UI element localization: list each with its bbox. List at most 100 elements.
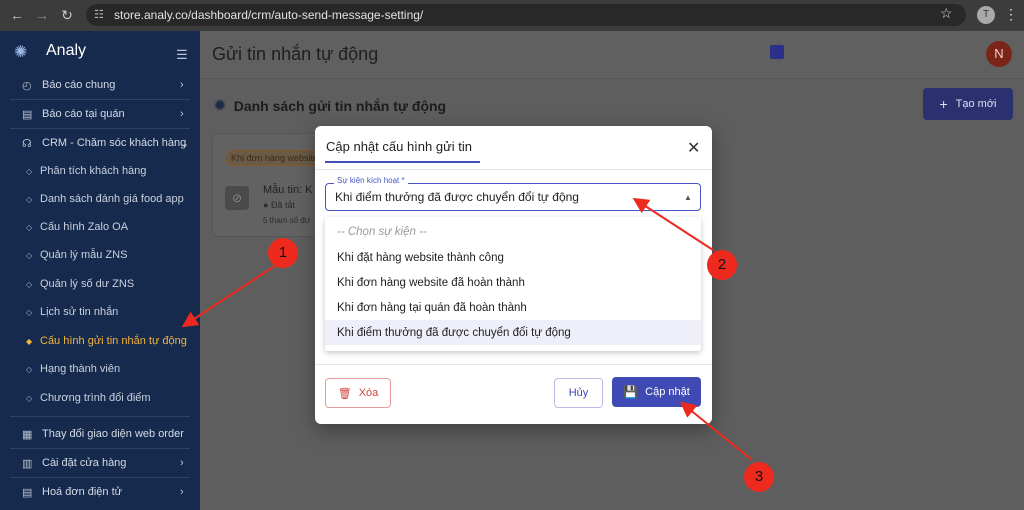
sidebar-subitem-auto-message-setting[interactable]: ◆ Cấu hình gửi tin nhắn tự động [0,327,200,355]
tab-underline [325,161,480,163]
trash-icon: 🗑 [337,387,352,400]
sidebar: ✺ Analy ☰ ◴ Báo cáo chung › ▤ Báo cáo tạ… [0,31,200,510]
analy-logo-icon: ✺ [14,44,28,61]
sidebar-item-web-order-theme[interactable]: ▦ Thay đổi giao diện web order [0,420,200,448]
sidebar-item-label: Hoá đơn điện tử [42,486,123,498]
diamond-icon: ◇ [26,166,33,176]
page-title: Gửi tin nhắn tự động [212,44,379,64]
dropdown-option[interactable]: Khi đơn hàng tại quán đã hoàn thành [325,295,701,320]
diamond-icon: ◇ [26,307,33,317]
update-label: Cập nhật [645,386,690,398]
page-header: Gửi tin nhắn tự động N [200,31,1024,79]
brand[interactable]: ✺ Analy ☰ [0,31,200,71]
card-status: ● Đã tắt [263,200,295,210]
step-1-badge: 1 [268,238,298,268]
diamond-icon: ◇ [26,194,33,204]
sidebar-subitem-food-app-reviews[interactable]: ◇ Danh sách đánh giá food app [0,185,200,213]
sidebar-item-general-report[interactable]: ◴ Báo cáo chung › [0,71,200,99]
modal-footer: 🗑 Xóa Hủy 💾 Cập nhật [315,364,712,424]
browser-toolbar: ← → ↻ ☷ store.analy.co/dashboard/crm/aut… [0,0,1024,31]
collapse-menu-icon[interactable]: ☰ [176,47,188,63]
diamond-icon: ◇ [26,279,33,289]
dropdown-option-selected[interactable]: Khi điểm thưởng đã được chuyển đổi tự độ… [325,320,701,345]
create-new-label: Tạo mới [955,98,997,110]
dropdown-option[interactable]: Khi đặt hàng website thành công [325,245,701,270]
browser-profile-avatar[interactable]: T [977,6,995,24]
trigger-event-value: Khi điểm thưởng đã được chuyển đổi tự độ… [335,190,579,204]
profile-card-icon[interactable] [770,45,784,59]
sidebar-subitem-member-tiers[interactable]: ◇ Hạng thành viên [0,355,200,383]
sidebar-item-e-invoice[interactable]: ▤ Hoá đơn điện tử › [0,478,200,506]
sidebar-subitem-points-exchange[interactable]: ◇ Chương trình đổi điểm [0,384,200,412]
trigger-event-dropdown: -- Chọn sự kiện -- Khi đặt hàng website … [325,217,701,351]
gear-icon: ✹ [214,97,226,113]
delete-button[interactable]: 🗑 Xóa [325,378,391,408]
dropdown-option[interactable]: Khi đơn hàng website đã hoàn thành [325,270,701,295]
user-avatar[interactable]: N [986,41,1012,67]
diamond-filled-icon: ◆ [26,336,33,346]
update-config-modal: Cập nhật cấu hình gửi tin ✕ Sự kiện kích… [315,126,712,424]
site-info-icon[interactable]: ☷ [94,8,108,22]
sidebar-subitem-label: Chương trình đổi điểm [40,392,151,404]
sidebar-subitem-label: Cấu hình gửi tin nhắn tự động [40,335,187,347]
card-note: 5 tham số đư [263,216,311,225]
cancel-button[interactable]: Hủy [554,378,603,408]
update-button[interactable]: 💾 Cập nhật [612,377,701,407]
sidebar-subitem-message-history[interactable]: ◇ Lịch sử tin nhắn [0,298,200,326]
section-title: ✹ Danh sách gửi tin nhắn tự động [214,97,446,114]
sidebar-subitem-label: Danh sách đánh giá food app [40,193,184,205]
sidebar-item-store-settings[interactable]: ▥ Cài đặt cửa hàng › [0,449,200,477]
trigger-event-label: Sự kiện kích hoạt * [334,176,408,185]
address-bar[interactable]: ☷ store.analy.co/dashboard/crm/auto-send… [86,4,966,26]
chevron-right-icon: › [180,79,184,91]
plus-icon: + [939,96,948,112]
headset-icon: ☊ [22,137,32,150]
store-icon: ▥ [22,457,33,470]
invoice-icon: ▤ [22,486,33,499]
diamond-icon: ◇ [26,250,33,260]
modal-header: Cập nhật cấu hình gửi tin ✕ [315,126,712,170]
message-config-card[interactable]: Khi đơn hàng website ⊘ Mẫu tin: K ● Đã t… [212,133,322,237]
clipboard-icon: ▤ [22,108,33,121]
sidebar-subitem-label: Quản lý số dư ZNS [40,278,135,290]
reload-icon[interactable]: ↻ [55,3,79,27]
sidebar-item-label: Thay đổi giao diện web order [42,428,184,440]
sidebar-subitem-label: Cấu hình Zalo OA [40,221,129,233]
sidebar-subitem-zns-balance[interactable]: ◇ Quản lý số dư ZNS [0,270,200,298]
forward-icon[interactable]: → [30,3,54,27]
sidebar-subitem-label: Phân tích khách hàng [40,165,147,177]
url-text: store.analy.co/dashboard/crm/auto-send-m… [114,8,424,22]
sidebar-subitem-zns-templates[interactable]: ◇ Quản lý mẫu ZNS [0,241,200,269]
trigger-event-select[interactable]: Sự kiện kích hoạt * Khi điểm thưởng đã đ… [325,176,701,211]
section-title-text: Danh sách gửi tin nhắn tự động [233,97,447,114]
caret-down-icon: ▲ [684,193,692,202]
close-icon[interactable]: ✕ [687,138,700,158]
modal-title: Cập nhật cấu hình gửi tin [326,139,473,154]
message-off-icon: ⊘ [225,186,249,210]
step-3-badge: 3 [744,462,774,492]
card-status-text: Đã tắt [270,200,295,210]
sidebar-subitem-label: Quản lý mẫu ZNS [40,249,128,261]
sidebar-subitem-zalo-oa[interactable]: ◇ Cấu hình Zalo OA [0,213,200,241]
delete-label: Xóa [358,387,379,399]
bookmark-star-icon[interactable]: ☆ [940,5,953,22]
layout-icon: ▦ [22,428,33,441]
chevron-right-icon: › [180,457,184,469]
diamond-icon: ◇ [26,393,33,403]
create-new-button[interactable]: + Tạo mới [923,88,1013,120]
save-icon: 💾 [623,385,639,399]
sidebar-item-label: Báo cáo chung [42,79,116,91]
dropdown-option[interactable]: -- Chọn sự kiện -- [325,219,701,244]
chevron-right-icon: › [180,108,184,120]
sidebar-item-store-report[interactable]: ▤ Báo cáo tại quán › [0,100,200,128]
sidebar-item-label: Cài đặt cửa hàng [42,457,127,469]
browser-menu-icon[interactable]: ⋮ [1004,6,1018,23]
sidebar-item-crm[interactable]: ☊ CRM - Chăm sóc khách hàng ⌄ [0,129,200,157]
step-2-badge: 2 [707,250,737,280]
brand-name: Analy [46,42,87,59]
sidebar-subitem-customer-analysis[interactable]: ◇ Phân tích khách hàng [0,157,200,185]
sidebar-subitem-label: Lịch sử tin nhắn [40,306,119,318]
sidebar-item-label: CRM - Chăm sóc khách hàng [42,137,187,149]
gauge-icon: ◴ [22,79,32,92]
back-icon[interactable]: ← [5,3,29,27]
